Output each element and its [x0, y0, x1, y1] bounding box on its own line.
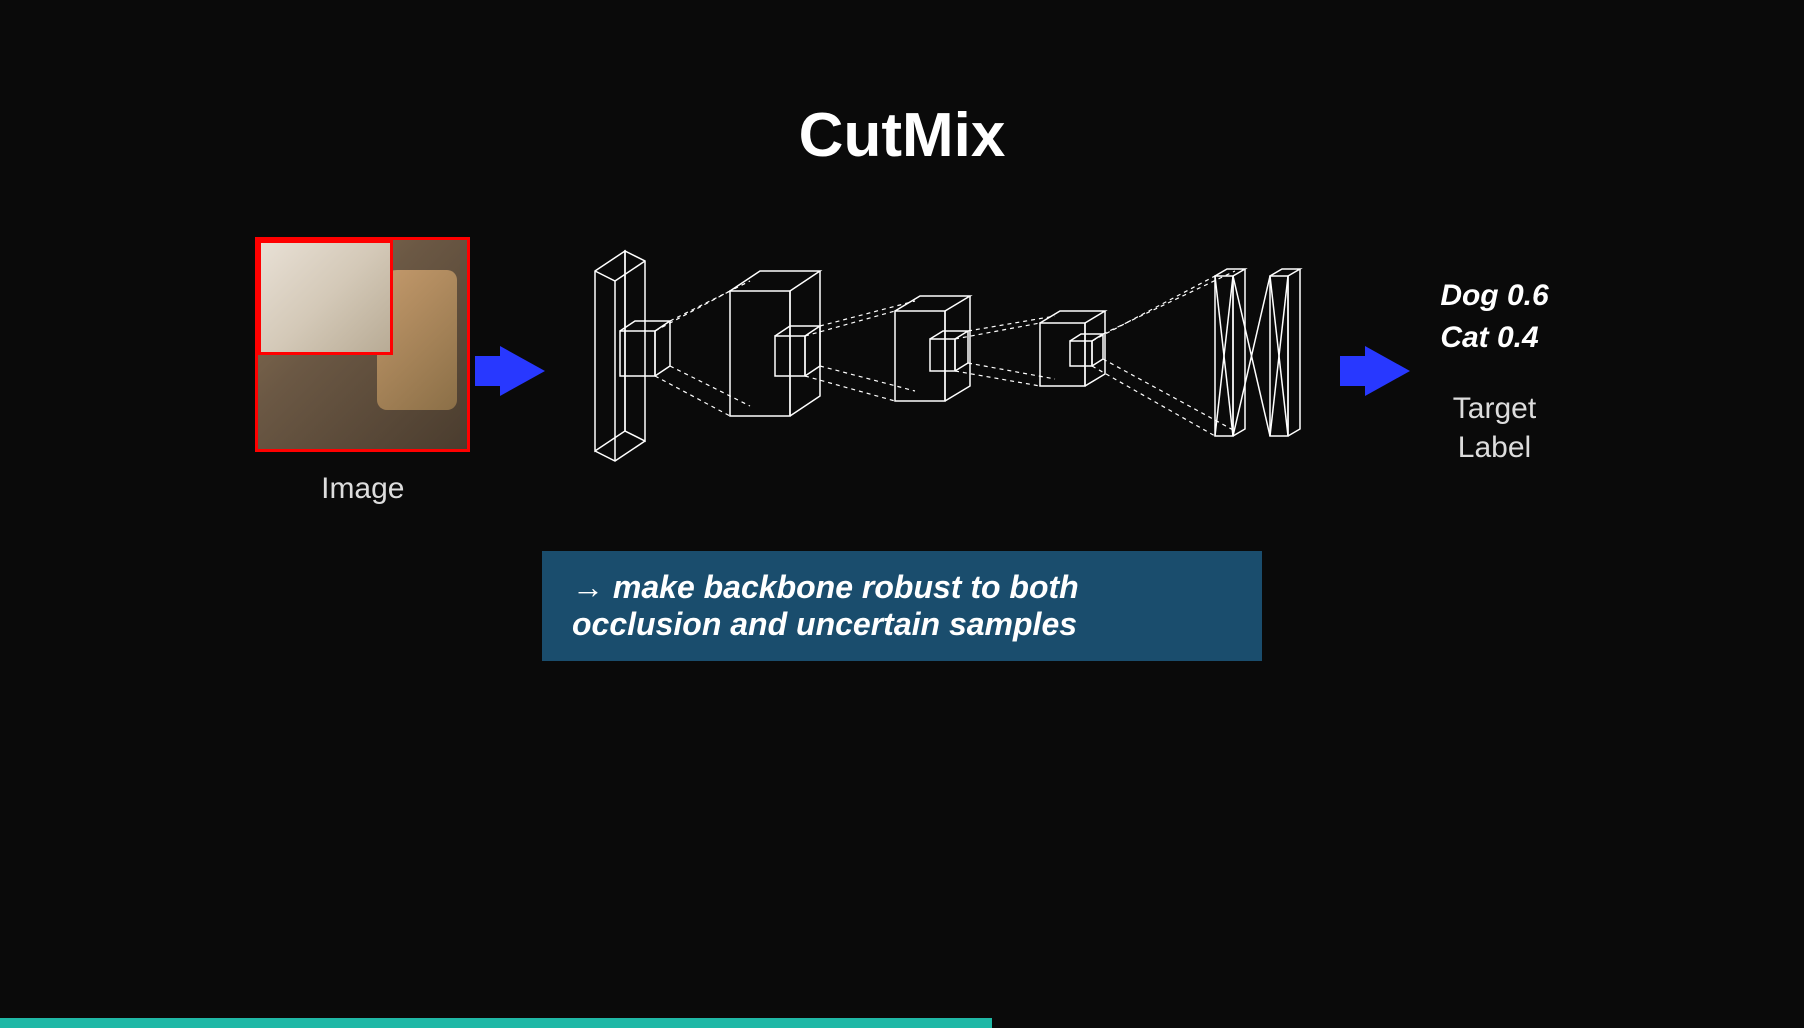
progress-fill	[0, 1018, 992, 1028]
caption-box: → make backbone robust to both occlusion…	[542, 551, 1262, 661]
target-label-line1: Target	[1453, 389, 1536, 428]
arrow-icon	[500, 346, 545, 396]
input-image-section: Image	[255, 237, 470, 506]
output-section: Dog 0.6 Cat 0.4 Target Label	[1440, 275, 1548, 467]
target-label: Target Label	[1453, 389, 1536, 467]
slide-container: CutMix Image	[0, 0, 1804, 1028]
slide-title: CutMix	[40, 100, 1764, 171]
output-line-dog: Dog 0.6	[1440, 275, 1548, 317]
arrow-icon	[1365, 346, 1410, 396]
output-line-cat: Cat 0.4	[1440, 317, 1548, 359]
cutmix-sample-image	[255, 237, 470, 452]
progress-bar[interactable]	[0, 1018, 1804, 1028]
target-label-line2: Label	[1453, 428, 1536, 467]
diagram-row: Image	[40, 231, 1764, 511]
network-diagram	[575, 231, 1335, 511]
input-image-label: Image	[321, 472, 404, 506]
output-predictions: Dog 0.6 Cat 0.4	[1440, 275, 1548, 359]
cat-patch-overlay	[258, 240, 393, 355]
